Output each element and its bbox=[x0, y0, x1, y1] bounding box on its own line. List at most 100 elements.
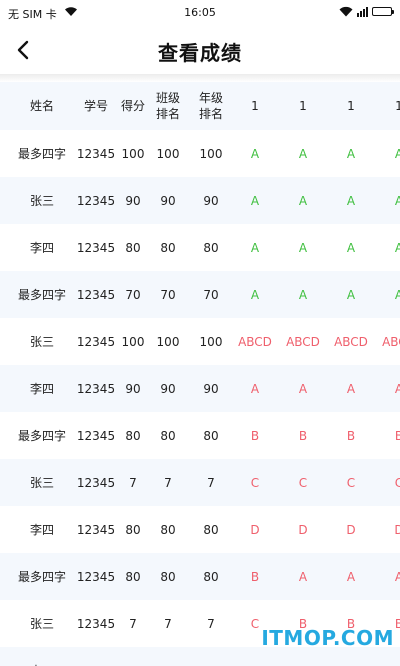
grade-rank: 7 bbox=[207, 616, 215, 631]
class-rank: 90 bbox=[160, 381, 176, 396]
class-rank: 70 bbox=[160, 287, 176, 302]
table-row[interactable]: 最多四字 12345 80 80 80 B A A A bbox=[0, 553, 400, 600]
grade-rank: 80 bbox=[203, 569, 219, 584]
class-rank: 7 bbox=[164, 616, 172, 631]
table-row[interactable]: 最多四字 12345 80 80 80 B B B B bbox=[0, 412, 400, 459]
answer-cell: D bbox=[250, 522, 260, 537]
answer-cell: A bbox=[346, 569, 356, 584]
answer-cell: A bbox=[394, 287, 400, 302]
student-name: 李四 bbox=[29, 382, 54, 396]
answer-cell: A bbox=[346, 146, 356, 161]
table-header: 姓名 学号 得分 班级 排名 年级 排名 1 1 1 1 bbox=[0, 82, 400, 130]
answer-cell: A bbox=[250, 193, 260, 208]
student-name: 李四 bbox=[29, 523, 54, 537]
grade-rank: 100 bbox=[199, 146, 223, 161]
student-score: 7 bbox=[129, 475, 137, 490]
table-row[interactable]: 最多四字 12345 100 100 100 A A A A bbox=[0, 130, 400, 177]
student-id: 12345 bbox=[76, 193, 116, 208]
header-class-rank: 班级 排名 bbox=[148, 82, 188, 130]
header-grade-rank: 年级 排名 bbox=[190, 82, 232, 130]
student-score: 80 bbox=[125, 428, 141, 443]
table-row[interactable]: 张三 12345 100 100 100 ABCD ABCD ABCD ABCD bbox=[0, 318, 400, 365]
score-table[interactable]: 姓名 学号 得分 班级 排名 年级 排名 1 1 1 1 最多四字 12345 100 1… bbox=[0, 82, 400, 666]
student-id: 12345 bbox=[76, 334, 116, 349]
header-question: 1 bbox=[347, 99, 355, 113]
class-rank: 80 bbox=[160, 522, 176, 537]
answer-cell: A bbox=[250, 287, 260, 302]
student-id: 12345 bbox=[76, 287, 116, 302]
answer-cell: A bbox=[298, 381, 308, 396]
student-score: 80 bbox=[125, 240, 141, 255]
answer-cell: A bbox=[298, 240, 308, 255]
table-row[interactable]: 李四 12345 80 80 80 D D D D bbox=[0, 506, 400, 553]
grade-rank: 90 bbox=[203, 193, 219, 208]
header-id: 学号 bbox=[83, 99, 108, 113]
answer-cell: A bbox=[346, 193, 356, 208]
answer-cell: ABCD bbox=[238, 334, 272, 349]
nav-bar: 查看成绩 bbox=[0, 26, 400, 74]
table-row[interactable]: 李四 12345 80 80 80 A A A A bbox=[0, 224, 400, 271]
student-score: 80 bbox=[125, 569, 141, 584]
class-rank: 80 bbox=[160, 428, 176, 443]
class-rank: 80 bbox=[160, 240, 176, 255]
page-title: 查看成绩 bbox=[158, 41, 242, 65]
student-name: 最多四字 bbox=[17, 288, 66, 302]
header-score: 得分 bbox=[120, 99, 145, 113]
answer-cell: B bbox=[346, 428, 356, 443]
student-name: 最多四字 bbox=[17, 570, 66, 584]
student-name: 张三 bbox=[29, 194, 54, 208]
student-score: 70 bbox=[125, 287, 141, 302]
answer-cell: A bbox=[394, 240, 400, 255]
answer-cell: B bbox=[250, 569, 260, 584]
answer-cell: A bbox=[346, 381, 356, 396]
answer-cell: A bbox=[250, 381, 260, 396]
table-row[interactable]: 张三 12345 90 90 90 A A A A bbox=[0, 177, 400, 224]
grade-rank: 80 bbox=[203, 522, 219, 537]
student-id: 12345 bbox=[76, 475, 116, 490]
answer-cell: C bbox=[298, 475, 308, 490]
answer-cell: C bbox=[346, 475, 356, 490]
answer-cell: A bbox=[250, 240, 260, 255]
answer-cell: B bbox=[250, 428, 260, 443]
header-class-rank-line1: 班级 bbox=[155, 91, 180, 105]
watermark: ITMOP.COM bbox=[261, 626, 394, 650]
header-question: 1 bbox=[395, 99, 400, 113]
student-id: 12345 bbox=[76, 381, 116, 396]
answer-cell: A bbox=[394, 381, 400, 396]
student-id: 12345 bbox=[74, 647, 118, 666]
table-body: 最多四字 12345 100 100 100 A A A A 张三 12345 90 90 90 A A A A 李… bbox=[0, 130, 400, 666]
grade-rank: 7 bbox=[207, 475, 215, 490]
table-row[interactable]: 李四 12345 90 90 90 A A A A bbox=[0, 365, 400, 412]
grade-rank: 100 bbox=[199, 334, 223, 349]
answer-cell: C bbox=[394, 475, 400, 490]
answer-cell: A bbox=[298, 193, 308, 208]
answer-cell: A bbox=[298, 569, 308, 584]
answer-cell: D bbox=[298, 522, 308, 537]
student-id: 12345 bbox=[76, 240, 116, 255]
answer-cell: B bbox=[394, 428, 400, 443]
answer-cell: A bbox=[346, 287, 356, 302]
grade-rank: 70 bbox=[203, 287, 219, 302]
student-score: 7 bbox=[129, 616, 137, 631]
header-class-rank-line2: 排名 bbox=[155, 107, 180, 121]
student-id: 12345 bbox=[76, 428, 116, 443]
answer-cell: A bbox=[394, 193, 400, 208]
table-row[interactable]: 最多四字 12345 70 70 70 A A A A bbox=[0, 271, 400, 318]
class-rank: 100 bbox=[156, 334, 180, 349]
answer-cell: A bbox=[394, 146, 400, 161]
student-id: 12345 bbox=[76, 522, 116, 537]
student-name: 李四 bbox=[29, 241, 54, 255]
header-grade-rank-line1: 年级 bbox=[198, 91, 223, 105]
student-name: 最多四字 bbox=[17, 429, 66, 443]
header-question: 1 bbox=[299, 99, 307, 113]
student-id: 12345 bbox=[76, 146, 116, 161]
student-name: 张三 bbox=[29, 335, 54, 349]
student-score: 90 bbox=[125, 193, 141, 208]
status-bar: 无 SIM 卡 16:05 bbox=[0, 0, 400, 26]
header-question: 1 bbox=[251, 99, 259, 113]
class-rank: 100 bbox=[156, 146, 180, 161]
table-row[interactable]: 张三 12345 7 7 7 C C C C bbox=[0, 459, 400, 506]
student-name: 最多四字 bbox=[17, 147, 66, 161]
student-name: 张三 bbox=[29, 617, 54, 631]
answer-cell: A bbox=[346, 240, 356, 255]
